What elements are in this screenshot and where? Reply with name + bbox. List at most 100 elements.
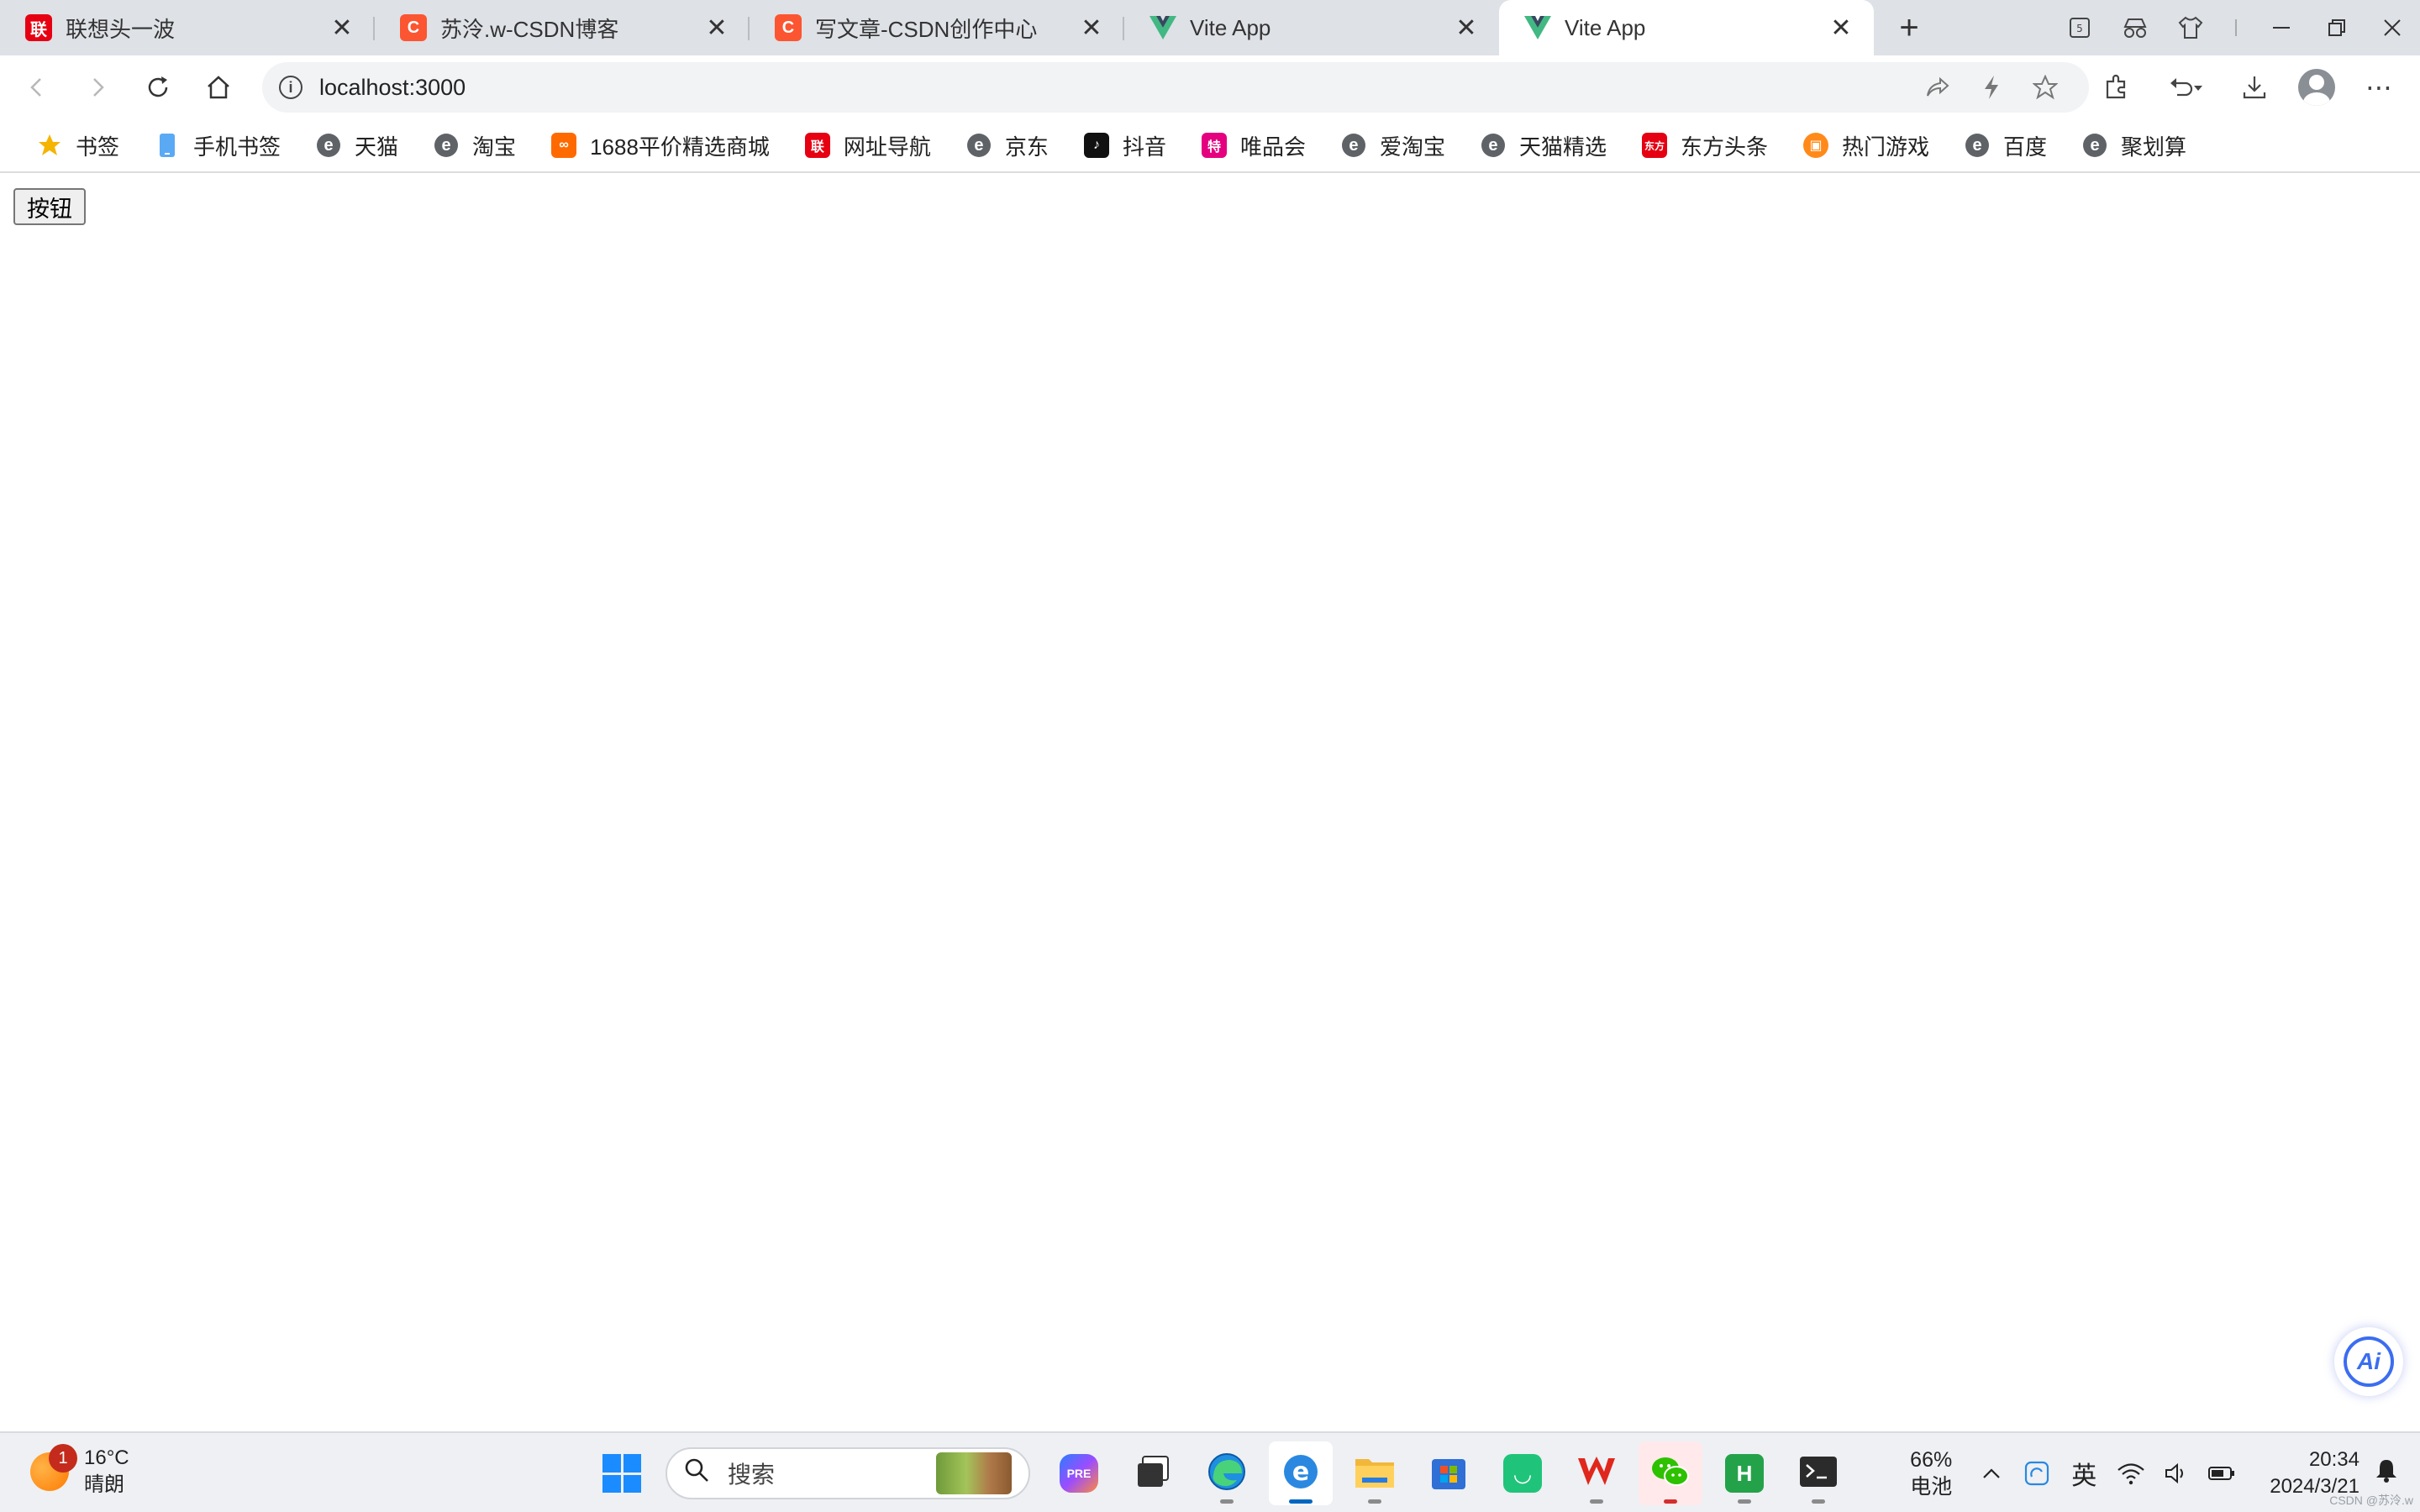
star-icon[interactable] <box>2018 64 2072 111</box>
new-tab-button[interactable]: + <box>1884 0 1934 55</box>
incognito-icon[interactable] <box>2107 0 2163 55</box>
window-controls: 5 <box>2052 0 2420 55</box>
close-icon[interactable]: ✕ <box>1827 13 1855 42</box>
url-text[interactable]: localhost:3000 <box>319 75 1911 101</box>
bookmark-item[interactable]: e 聚划算 <box>2070 123 2198 167</box>
taskbar-app-explorer[interactable] <box>1343 1441 1407 1505</box>
minimize-icon[interactable] <box>2254 0 2309 55</box>
extensions-icon[interactable] <box>2086 56 2148 118</box>
vip-icon: 特 <box>1201 133 1227 158</box>
bookmark-item[interactable]: e 天猫精选 <box>1469 123 1618 167</box>
bookmark-item[interactable]: e 京东 <box>955 123 1060 167</box>
bookmark-item[interactable]: e 天猫 <box>304 123 410 167</box>
share-icon[interactable] <box>1911 64 1965 111</box>
tab-vite-app[interactable]: Vite App ✕ <box>1124 0 1499 55</box>
download-icon[interactable] <box>2223 56 2286 118</box>
ai-assistant-button[interactable]: Ai <box>2334 1327 2403 1396</box>
page-button[interactable]: 按钮 <box>13 188 86 225</box>
close-icon[interactable]: ✕ <box>702 13 731 42</box>
taskbar-search[interactable]: 搜索 <box>666 1447 1030 1499</box>
undo-dropdown-icon[interactable] <box>2148 56 2223 118</box>
volume-icon[interactable] <box>2154 1448 2199 1499</box>
tab-title: Vite App <box>1565 14 1646 40</box>
bookmark-item[interactable]: 书签 <box>25 123 131 167</box>
more-menu-icon[interactable]: ⋯ <box>2348 56 2410 118</box>
tab-lenovo[interactable]: 联 联想头一波 ✕ <box>0 0 375 55</box>
bookmark-item[interactable]: 东方 东方头条 <box>1630 123 1780 167</box>
e-icon: e <box>2082 133 2107 158</box>
close-icon[interactable]: ✕ <box>1452 13 1481 42</box>
bookmark-label: 1688平价精选商城 <box>590 134 770 160</box>
bookmark-label: 淘宝 <box>472 134 517 160</box>
home-icon[interactable] <box>188 57 249 118</box>
taskbar-app-wechat[interactable] <box>1639 1441 1702 1505</box>
bookmark-label: 天猫精选 <box>1518 134 1607 160</box>
address-bar[interactable]: i localhost:3000 <box>262 62 2089 113</box>
battery-icon[interactable] <box>2199 1448 2244 1499</box>
close-icon[interactable]: ✕ <box>328 13 356 42</box>
info-icon[interactable]: i <box>279 76 302 99</box>
restore-icon[interactable] <box>2309 0 2365 55</box>
battery-status[interactable]: 66% 电池 <box>1910 1446 1952 1500</box>
back-icon[interactable] <box>7 57 67 118</box>
bookmark-item[interactable]: ∞ 1688平价精选商城 <box>539 123 781 167</box>
tab-csdn-editor[interactable]: C 写文章-CSDN创作中心 ✕ <box>750 0 1124 55</box>
toolbar-actions: ⋯ <box>2086 55 2420 119</box>
e-icon: e <box>316 133 341 158</box>
weather-widget[interactable]: 1 16°C 晴朗 <box>30 1444 129 1499</box>
taskbar-app-hbuilder[interactable]: H <box>1712 1441 1776 1505</box>
bookmark-item[interactable]: e 淘宝 <box>422 123 528 167</box>
taskbar-app-wps[interactable] <box>1565 1441 1628 1505</box>
svg-text:5: 5 <box>2076 23 2083 34</box>
taskbar-app-terminal[interactable] <box>1786 1441 1850 1505</box>
bookmark-label: 抖音 <box>1122 134 1166 160</box>
taskbar-app-copilot[interactable]: PRE <box>1047 1441 1111 1505</box>
bookmark-label: 热门游戏 <box>1842 134 1930 160</box>
tab-search-icon[interactable]: 5 <box>2052 0 2107 55</box>
close-window-icon[interactable] <box>2365 0 2420 55</box>
forward-icon[interactable] <box>67 57 128 118</box>
taskbar-app-shopping[interactable]: ◡ <box>1491 1441 1555 1505</box>
star-icon <box>37 133 62 158</box>
shirt-icon[interactable] <box>2163 0 2218 55</box>
chevron-up-icon[interactable] <box>1969 1448 2014 1499</box>
terminal-icon <box>1798 1455 1839 1493</box>
edge-icon <box>1207 1452 1247 1496</box>
bookmark-item[interactable]: 特 唯品会 <box>1190 123 1318 167</box>
bookmark-item[interactable]: 手机书签 <box>143 123 292 167</box>
tab-vite-app-active[interactable]: Vite App ✕ <box>1499 0 1874 55</box>
ai-icon: Ai <box>2344 1336 2394 1387</box>
cloud-sync-icon[interactable] <box>2014 1448 2060 1499</box>
bookmark-label: 手机书签 <box>193 134 281 160</box>
bookmark-item[interactable]: e 爱淘宝 <box>1329 123 1457 167</box>
shopping-bag-icon: ◡ <box>1503 1454 1542 1493</box>
taskbar-app-taskview[interactable] <box>1121 1441 1185 1505</box>
close-icon[interactable]: ✕ <box>1077 13 1106 42</box>
taskbar-app-ie-browser[interactable]: e <box>1269 1441 1333 1505</box>
bookmark-item[interactable]: e 百度 <box>1953 123 2059 167</box>
bell-icon[interactable] <box>2375 1457 2398 1489</box>
taskbar: 1 16°C 晴朗 搜索 PRE e ◡ H 66% 电池 英 20:34 20… <box>0 1431 2420 1512</box>
taskbar-app-edge[interactable] <box>1195 1441 1259 1505</box>
ime-indicator[interactable]: 英 <box>2071 1455 2096 1492</box>
bookmark-label: 书签 <box>76 134 120 160</box>
lightning-icon[interactable] <box>1965 64 2018 111</box>
bookmark-label: 天猫 <box>355 134 399 160</box>
e-icon: e <box>1341 133 1366 158</box>
bookmark-item[interactable]: ♪ 抖音 <box>1072 123 1178 167</box>
reload-icon[interactable] <box>128 57 188 118</box>
svg-text:e: e <box>1292 1457 1309 1487</box>
screen: 联 联想头一波 ✕ C 苏泠.w-CSDN博客 ✕ C 写文章-CSDN创作中心… <box>0 0 2420 1512</box>
search-placeholder: 搜索 <box>728 1462 776 1488</box>
wifi-icon[interactable] <box>2108 1448 2154 1499</box>
bookmark-item[interactable]: 联 网址导航 <box>793 123 943 167</box>
bookmark-label: 京东 <box>1004 134 1049 160</box>
bookmark-item[interactable]: ▣ 热门游戏 <box>1791 123 1941 167</box>
bookmark-label: 网址导航 <box>843 134 931 160</box>
tab-csdn-blog[interactable]: C 苏泠.w-CSDN博客 ✕ <box>375 0 750 55</box>
vue-icon <box>1524 14 1551 41</box>
start-button[interactable] <box>590 1441 654 1505</box>
taskbar-app-store[interactable] <box>1417 1441 1481 1505</box>
profile-icon[interactable] <box>2286 56 2348 118</box>
1688-icon: ∞ <box>551 133 577 158</box>
